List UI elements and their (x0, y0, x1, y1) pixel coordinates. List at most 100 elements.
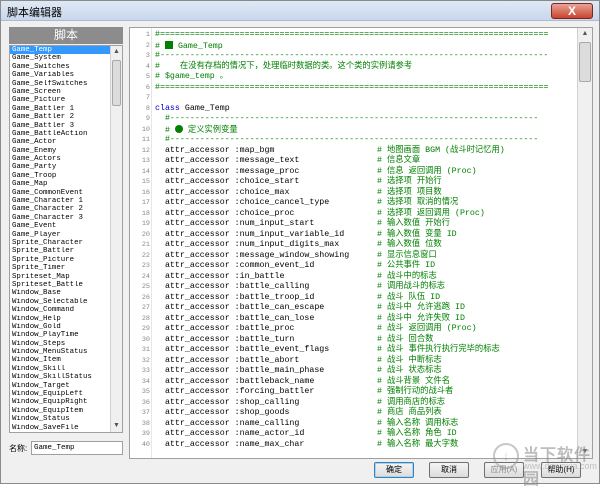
code-line[interactable]: attr_accessor :shop_goods # 商店 商品列表 (155, 408, 442, 419)
code-line[interactable]: attr_accessor :battle_turn # 战斗 回合数 (155, 335, 433, 346)
script-list-item[interactable]: Sprite_Character (10, 239, 111, 247)
script-list-item[interactable]: Window_Selectable (10, 298, 111, 306)
code-line[interactable]: attr_accessor :forcing_battler # 强制行动的战斗者 (155, 387, 453, 398)
script-list-item[interactable]: Game_Enemy (10, 147, 111, 155)
script-list-item[interactable]: Game_Character 1 (10, 197, 111, 205)
script-list[interactable]: Game_Temp Game_System Game_Switches Game_Va… (9, 45, 123, 433)
code-line[interactable]: #---------------------------------------… (155, 114, 538, 125)
script-list-item[interactable]: Sprite_Timer (10, 264, 111, 272)
script-list-item[interactable]: Window_EquipRight (10, 398, 111, 406)
script-list-item[interactable]: Window_Gold (10, 323, 111, 331)
ok-button[interactable]: 确定 (374, 462, 414, 478)
editor-scrollbar[interactable]: ▲ ▼ (577, 28, 592, 458)
code-line[interactable]: attr_accessor :battle_proc # 战斗 返回调用 (Pro… (155, 324, 477, 335)
script-list-item[interactable]: Spriteset_Battle (10, 281, 111, 289)
script-list-item[interactable]: Window_Base (10, 289, 111, 297)
code-line[interactable]: attr_accessor :choice_max # 选择项 项目数 (155, 188, 442, 199)
code-line[interactable]: attr_accessor :shop_calling # 调用商店的标志 (155, 398, 445, 409)
code-line[interactable]: #=======================================… (155, 83, 548, 94)
scrollbar-thumb[interactable] (112, 60, 121, 106)
script-list-item[interactable]: Game_Event (10, 222, 111, 230)
script-list-item[interactable]: Window_Status (10, 415, 111, 423)
code-line[interactable]: attr_accessor :battle_troop_id # 战斗 队伍 ID (155, 293, 440, 304)
code-editor[interactable]: 1 2 3 4 5 6 7 8 9 10 11 12 13 14 15 16 17 18 19 20 21 22 23 24 2… (129, 27, 593, 459)
code-line[interactable]: attr_accessor :battle_main_phase # 战斗 状态标… (155, 366, 442, 377)
script-list-item[interactable]: Game_Player (10, 231, 111, 239)
script-list-item[interactable]: Game_Map (10, 180, 111, 188)
script-list-item[interactable]: Sprite_Battler (10, 247, 111, 255)
script-list-item[interactable]: Sprite_Picture (10, 256, 111, 264)
code-line[interactable]: attr_accessor :battle_abort # 战斗 中断标志 (155, 356, 442, 367)
script-list-item[interactable]: Window_MenuStatus (10, 348, 111, 356)
script-list-item[interactable]: Window_SaveFile (10, 424, 111, 432)
script-list-item[interactable]: Game_Character 3 (10, 214, 111, 222)
code-area[interactable]: #=======================================… (152, 28, 578, 458)
script-list-item[interactable]: Game_Battler 3 (10, 122, 111, 130)
code-line[interactable]: attr_accessor :name_actor_id # 输入名称 角色 ID (155, 429, 457, 440)
scroll-up-arrow-icon[interactable]: ▲ (578, 28, 592, 40)
script-list-item[interactable]: Game_Battler 2 (10, 113, 111, 121)
script-list-item[interactable]: Window_EquipItem (10, 407, 111, 415)
code-line[interactable]: attr_accessor :num_input_start # 输入数值 开始行 (155, 219, 450, 230)
code-line[interactable]: # Game_Temp (155, 40, 223, 52)
scrollbar-thumb[interactable] (579, 42, 591, 82)
close-button[interactable]: X (551, 3, 593, 19)
script-list-item[interactable]: Game_Temp (10, 46, 111, 55)
script-list-item[interactable]: Game_Battler 1 (10, 105, 111, 113)
code-line[interactable]: attr_accessor :choice_start # 选择项 开始行 (155, 177, 442, 188)
script-list-item[interactable]: Window_Steps (10, 340, 111, 348)
code-line[interactable]: #=======================================… (155, 30, 548, 41)
code-line[interactable]: #---------------------------------------… (155, 51, 548, 62)
code-line[interactable]: attr_accessor :battle_calling # 调用战斗的标志 (155, 282, 445, 293)
code-line[interactable]: attr_accessor :battle_can_lose # 战斗中 允许失败… (155, 314, 465, 325)
script-list-item[interactable]: Game_Troop (10, 172, 111, 180)
script-list-item[interactable]: Game_Screen (10, 88, 111, 96)
script-list-item[interactable]: Game_Party (10, 163, 111, 171)
scroll-up-arrow-icon[interactable]: ▲ (111, 46, 122, 58)
script-list-item[interactable]: Game_SelfSwitches (10, 80, 111, 88)
script-list-item[interactable]: Spriteset_Map (10, 273, 111, 281)
script-list-item[interactable]: Window_EquipLeft (10, 390, 111, 398)
code-line[interactable]: attr_accessor :name_max_char # 输入名称 最大字数 (155, 440, 458, 451)
code-line[interactable]: class Game_Temp (155, 104, 230, 115)
script-list-scrollbar[interactable]: ▲ ▼ (110, 46, 122, 432)
code-line[interactable]: attr_accessor :message_window_showing # 显… (155, 251, 437, 262)
code-line[interactable]: attr_accessor :message_proc # 信息 返回调用 (Pr… (155, 167, 477, 178)
code-line[interactable]: # 在没有存档的情况下，处理临时数据的类。这个类的实例请参考 (155, 62, 412, 73)
code-line[interactable]: attr_accessor :num_input_variable_id # 输入… (155, 230, 457, 241)
script-list-item[interactable]: Window_Target (10, 382, 111, 390)
code-line[interactable]: attr_accessor :battleback_name # 战斗背景 文件名 (155, 377, 450, 388)
code-line[interactable]: attr_accessor :battle_can_escape # 战斗中 允许… (155, 303, 465, 314)
script-list-item[interactable]: Window_SkillStatus (10, 373, 111, 381)
script-list-item[interactable]: Window_Skill (10, 365, 111, 373)
script-list-item[interactable]: Window_Help (10, 315, 111, 323)
script-list-item[interactable]: Window_PlayTime (10, 331, 111, 339)
script-name-field[interactable]: Game_Temp (31, 441, 123, 455)
script-list-item[interactable]: Game_Switches (10, 63, 111, 71)
script-list-item[interactable]: Window_Command (10, 306, 111, 314)
code-line[interactable]: # $game_temp 。 (155, 72, 228, 83)
code-line[interactable]: attr_accessor :choice_proc # 选择项 返回调用 (Pr… (155, 209, 485, 220)
code-line[interactable]: attr_accessor :message_text # 信息文章 (155, 156, 420, 167)
code-line[interactable]: attr_accessor :common_event_id # 公共事件 ID (155, 261, 435, 272)
code-line[interactable]: attr_accessor :in_battle # 战斗中的标志 (155, 272, 437, 283)
code-line[interactable]: attr_accessor :map_bgm # 地图画面 BGM (战斗时记忆用… (155, 146, 505, 157)
cancel-button[interactable]: 取消 (429, 462, 469, 478)
code-line[interactable]: # 定义实例变量 (155, 124, 238, 136)
script-list-item[interactable]: Window_ShopCommand (10, 432, 111, 433)
code-line[interactable]: attr_accessor :name_calling # 输入名称 调用标志 (155, 419, 458, 430)
script-list-item[interactable]: Game_BattleAction (10, 130, 111, 138)
code-line[interactable]: attr_accessor :num_input_digits_max # 输入数… (155, 240, 442, 251)
code-line[interactable]: attr_accessor :battle_event_flags # 战斗 事件… (155, 345, 500, 356)
script-list-item[interactable]: Window_Item (10, 356, 111, 364)
script-list-item[interactable]: Game_Character 2 (10, 205, 111, 213)
code-line[interactable]: #---------------------------------------… (155, 135, 538, 146)
script-list-item[interactable]: Game_Variables (10, 71, 111, 79)
script-list-item[interactable]: Game_Picture (10, 96, 111, 104)
script-list-item[interactable]: Game_Actor (10, 138, 111, 146)
code-line[interactable]: attr_accessor :choice_cancel_type # 选择项 取… (155, 198, 458, 209)
script-list-item[interactable]: Game_System (10, 54, 111, 62)
scroll-down-arrow-icon[interactable]: ▼ (111, 420, 122, 432)
script-list-item[interactable]: Game_CommonEvent (10, 189, 111, 197)
script-list-item[interactable]: Game_Actors (10, 155, 111, 163)
